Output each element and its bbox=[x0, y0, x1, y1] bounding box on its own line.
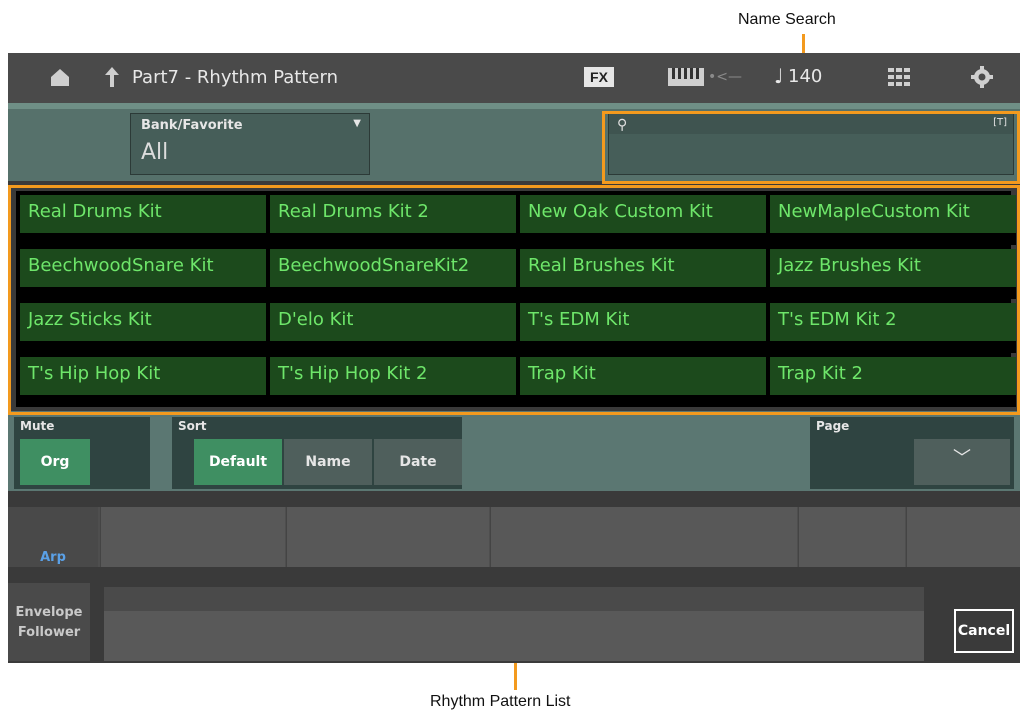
sort-date-button[interactable]: Date bbox=[374, 439, 462, 485]
keyboard-icon[interactable] bbox=[668, 68, 704, 90]
home-icon[interactable] bbox=[48, 65, 72, 93]
page-title: Part7 - Rhythm Pattern bbox=[132, 67, 338, 88]
arp-slot-2[interactable] bbox=[286, 507, 489, 567]
note-icon: ♩ bbox=[774, 64, 784, 88]
bank-favorite-select[interactable]: Bank/Favorite ▼ All bbox=[130, 113, 370, 175]
dropdown-arrow-icon: ▼ bbox=[353, 118, 361, 129]
name-search-highlight bbox=[602, 111, 1020, 184]
page-label: Page bbox=[816, 419, 850, 433]
gear-icon[interactable] bbox=[970, 65, 994, 93]
mute-label: Mute bbox=[20, 419, 55, 433]
page-group: Page ﹀ bbox=[810, 417, 1014, 489]
arp-slot-5[interactable] bbox=[906, 507, 1020, 567]
back-arrow-icon[interactable] bbox=[102, 65, 122, 93]
mute-group: Mute Org bbox=[14, 417, 150, 489]
arp-tab[interactable]: Arp bbox=[8, 507, 98, 567]
mute-org-button[interactable]: Org bbox=[20, 439, 90, 485]
tempo-value[interactable]: 140 bbox=[788, 66, 822, 87]
envelope-follower-field[interactable] bbox=[104, 587, 924, 661]
envelope-follower-strip bbox=[104, 587, 924, 611]
cancel-button[interactable]: Cancel bbox=[954, 609, 1014, 653]
arp-label: Arp bbox=[40, 550, 66, 565]
grid-menu-icon[interactable] bbox=[888, 68, 910, 90]
callout-name-search: Name Search bbox=[738, 11, 836, 28]
envelope-follower-button[interactable]: Envelope Follower bbox=[8, 583, 90, 661]
page-down-button[interactable]: ﹀ bbox=[914, 439, 1010, 485]
chevron-down-icon: ﹀ bbox=[953, 448, 971, 469]
envelope-follower-row: Envelope Follower Cancel bbox=[8, 583, 1020, 663]
header-bar: Part7 - Rhythm Pattern FX •<— ♩ 140 bbox=[8, 53, 1020, 103]
usb-icon: •<— bbox=[708, 69, 742, 85]
callout-rhythm-pattern-list: Rhythm Pattern List bbox=[430, 693, 571, 710]
sort-name-button[interactable]: Name bbox=[284, 439, 372, 485]
bank-favorite-value: All bbox=[141, 140, 169, 165]
controls-row: Mute Org Sort Default Name Date Page ﹀ bbox=[8, 411, 1020, 491]
arp-slot-4[interactable] bbox=[798, 507, 905, 567]
bank-favorite-label: Bank/Favorite bbox=[141, 118, 243, 133]
arp-row: Arp bbox=[8, 507, 1020, 567]
envelope-follower-label: Envelope Follower bbox=[15, 605, 83, 640]
sort-default-button[interactable]: Default bbox=[194, 439, 282, 485]
fx-indicator[interactable]: FX bbox=[584, 67, 614, 87]
rhythm-pattern-list-highlight bbox=[8, 185, 1020, 415]
arp-slot-1[interactable] bbox=[100, 507, 285, 567]
sort-label: Sort bbox=[178, 419, 207, 433]
sort-group: Sort Default Name Date bbox=[172, 417, 462, 489]
arp-slot-3[interactable] bbox=[490, 507, 797, 567]
